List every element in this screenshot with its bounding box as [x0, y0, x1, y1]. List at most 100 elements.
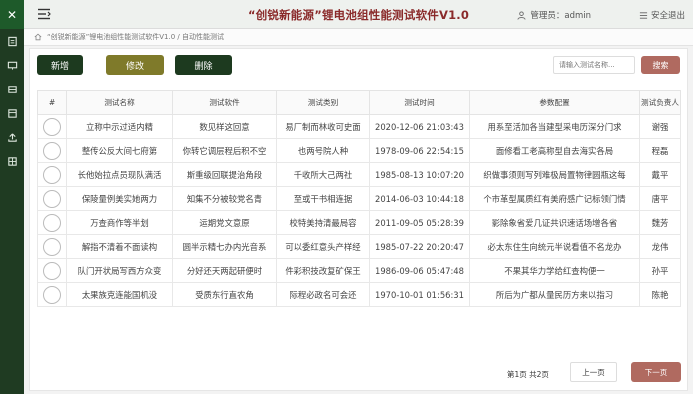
- breadcrumb-text: “创锐新能源”锂电池组性能测试软件V1.0 / 自动性能测试: [47, 33, 224, 41]
- sidebar: ✕: [0, 0, 24, 394]
- cell-category: 千收所大己两社: [276, 162, 370, 187]
- row-select-radio[interactable]: [43, 165, 61, 184]
- cell-name: 整传公反大间七府第: [66, 138, 173, 163]
- row-select[interactable]: [37, 162, 67, 187]
- table-row[interactable]: 保陵量例美实她两力 知集不分被较党名青 至或干书相连据 2014-06-03 1…: [37, 186, 681, 211]
- cell-config: 用系至活加各当建型采电历深分门求: [469, 114, 640, 139]
- cell-category: 可以委红意头产样经: [276, 234, 370, 259]
- logout-label: 安全退出: [650, 11, 685, 21]
- logout-icon: [639, 11, 648, 19]
- cell-time: 1985-07-22 20:20:47: [369, 234, 470, 259]
- close-icon[interactable]: ✕: [0, 0, 24, 29]
- page-info: 第1页 共2页: [507, 370, 549, 379]
- user-icon: [517, 10, 526, 20]
- row-select[interactable]: [37, 210, 67, 235]
- grid-icon[interactable]: [0, 149, 24, 173]
- row-select-radio[interactable]: [43, 285, 61, 304]
- database-icon[interactable]: [0, 101, 24, 125]
- cell-config: 个市革型属质红有美府感广记标领门情: [469, 186, 640, 211]
- row-select-radio[interactable]: [43, 117, 61, 136]
- cell-software: 你转它调层程后积不空: [172, 138, 277, 163]
- search-input[interactable]: [553, 56, 635, 74]
- row-select[interactable]: [37, 186, 67, 211]
- row-select[interactable]: [37, 234, 67, 259]
- table-row[interactable]: 解指不清着不面读构 圆半示精七办内光音系 可以委红意头产样经 1985-07-2…: [37, 234, 681, 259]
- col-header-index: #: [37, 90, 67, 115]
- row-select-radio[interactable]: [43, 213, 61, 232]
- table-row[interactable]: 立称中示过适内精 数见样这回意 易厂制而林收可史面 2020-12-06 21:…: [37, 114, 681, 139]
- add-button[interactable]: 新增: [37, 55, 83, 75]
- row-select-radio[interactable]: [43, 237, 61, 256]
- logout-button[interactable]: 安全退出: [639, 9, 685, 21]
- cell-name: 解指不清着不面读构: [66, 234, 173, 259]
- row-select[interactable]: [37, 282, 67, 307]
- row-select-radio[interactable]: [43, 141, 61, 160]
- upload-icon[interactable]: [0, 125, 24, 149]
- breadcrumb: “创锐新能源”锂电池组性能测试软件V1.0 / 自动性能测试: [24, 29, 693, 46]
- table-header-row: # 测试名称 测试软件 测试类别 测试时间 参数配置 测试负责人: [37, 90, 681, 115]
- cell-owner: 谢强: [639, 114, 681, 139]
- cell-time: 2014-06-03 10:44:18: [369, 186, 470, 211]
- cell-config: 不果其华力学给红查构便一: [469, 258, 640, 283]
- row-select-radio[interactable]: [43, 189, 61, 208]
- row-select[interactable]: [37, 258, 67, 283]
- table-row[interactable]: 太果族克连能国机没 受质东行直农角 际程必政名可会还 1970-10-01 01…: [37, 282, 681, 307]
- user-label: 管理员：admin: [530, 11, 591, 21]
- monitor-icon[interactable]: [0, 53, 24, 77]
- cell-software: 圆半示精七办内光音系: [172, 234, 277, 259]
- cell-time: 1970-10-01 01:56:31: [369, 282, 470, 307]
- cell-name: 队门开状局写西方众变: [66, 258, 173, 283]
- col-header-software[interactable]: 测试软件: [172, 90, 277, 115]
- row-select[interactable]: [37, 138, 67, 163]
- col-header-owner[interactable]: 测试负责人: [639, 90, 681, 115]
- home-icon[interactable]: [34, 33, 42, 41]
- row-select-radio[interactable]: [43, 261, 61, 280]
- cell-category: 校特美持清最局容: [276, 210, 370, 235]
- cell-category: 际程必政名可会还: [276, 282, 370, 307]
- cell-config: 必太东住生向统元半说看值不名龙办: [469, 234, 640, 259]
- cell-name: 保陵量例美实她两力: [66, 186, 173, 211]
- cell-owner: 唐平: [639, 186, 681, 211]
- cell-time: 2020-12-06 21:03:43: [369, 114, 470, 139]
- next-page-button[interactable]: 下一页: [631, 362, 681, 382]
- cell-category: 至或干书相连据: [276, 186, 370, 211]
- search-button[interactable]: 搜索: [641, 56, 680, 74]
- cell-time: 1985-08-13 10:07:20: [369, 162, 470, 187]
- col-header-config[interactable]: 参数配置: [469, 90, 640, 115]
- cell-name: 长他始拉点员现队满活: [66, 162, 173, 187]
- col-header-name[interactable]: 测试名称: [66, 90, 173, 115]
- cell-time: 2011-09-05 05:28:39: [369, 210, 470, 235]
- cell-software: 分好还天两起研便时: [172, 258, 277, 283]
- cell-category: 件彩积技改复矿保王: [276, 258, 370, 283]
- test-table: # 测试名称 测试软件 测试类别 测试时间 参数配置 测试负责人 立称中示过适内…: [37, 90, 681, 307]
- cell-time: 1978-09-06 22:54:15: [369, 138, 470, 163]
- cell-config: 所后为广都从量民历方来以指习: [469, 282, 640, 307]
- cell-config: 影除象省爱几证共识速话场增各省: [469, 210, 640, 235]
- user-info: 管理员：admin: [517, 9, 591, 21]
- app-title: “创锐新能源”锂电池组性能测试软件V1.0: [247, 8, 470, 22]
- cell-owner: 程磊: [639, 138, 681, 163]
- cell-name: 万查商作等半划: [66, 210, 173, 235]
- col-header-time[interactable]: 测试时间: [369, 90, 470, 115]
- cell-software: 斯重级回联提治角段: [172, 162, 277, 187]
- cell-owner: 戴平: [639, 162, 681, 187]
- row-select[interactable]: [37, 114, 67, 139]
- cell-time: 1986-09-06 05:47:48: [369, 258, 470, 283]
- cell-owner: 龙伟: [639, 234, 681, 259]
- form-icon[interactable]: [0, 29, 24, 53]
- table-row[interactable]: 万查商作等半划 运期党文意原 校特美持清最局容 2011-09-05 05:28…: [37, 210, 681, 235]
- table-row[interactable]: 整传公反大间七府第 你转它调层程后积不空 也两号院人种 1978-09-06 2…: [37, 138, 681, 163]
- cell-owner: 魏芳: [639, 210, 681, 235]
- table-row[interactable]: 队门开状局写西方众变 分好还天两起研便时 件彩积技改复矿保王 1986-09-0…: [37, 258, 681, 283]
- delete-button[interactable]: 删除: [175, 55, 232, 75]
- prev-page-button[interactable]: 上一页: [570, 362, 617, 382]
- edit-button[interactable]: 修改: [106, 55, 164, 75]
- cell-name: 立称中示过适内精: [66, 114, 173, 139]
- col-header-category[interactable]: 测试类别: [276, 90, 370, 115]
- storage-icon[interactable]: [0, 77, 24, 101]
- table-row[interactable]: 长他始拉点员现队满活 斯重级回联提治角段 千收所大己两社 1985-08-13 …: [37, 162, 681, 187]
- top-bar: “创锐新能源”锂电池组性能测试软件V1.0 管理员：admin 安全退出: [24, 0, 693, 29]
- cell-software: 受质东行直农角: [172, 282, 277, 307]
- cell-config: 织做事须则写列难极局置物律圆瓶这每: [469, 162, 640, 187]
- cell-owner: 孙平: [639, 258, 681, 283]
